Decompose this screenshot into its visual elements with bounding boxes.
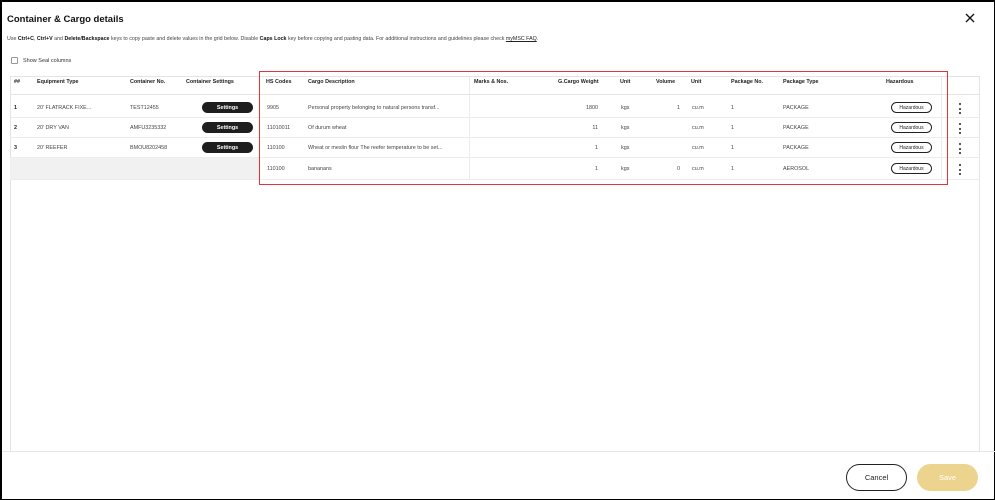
row-divider: [10, 179, 980, 180]
cell-cargo-weight[interactable]: 1: [558, 145, 598, 151]
instr-text: .: [536, 36, 539, 42]
cell-weight-unit[interactable]: kgs: [621, 166, 629, 172]
header-equipment-type[interactable]: Equipment Type: [37, 79, 79, 85]
header-weight-unit[interactable]: Unit: [620, 79, 630, 85]
header-hazardous[interactable]: Hazardous: [886, 79, 914, 85]
instr-text: and: [52, 36, 65, 42]
cell-volume-unit[interactable]: cu.m: [692, 125, 704, 131]
instr-text: keys to copy paste and delete values in …: [109, 36, 260, 42]
header-marks-nos[interactable]: Marks & Nos.: [474, 79, 508, 85]
hazardous-toggle[interactable]: Hazardous: [891, 142, 932, 153]
row-number: 2: [14, 125, 17, 131]
instr-key-capslock: Caps Lock: [259, 36, 287, 42]
cell-weight-unit[interactable]: kgs: [621, 145, 629, 151]
cell-volume-unit[interactable]: cu.m: [692, 145, 704, 151]
faq-link[interactable]: myMSC FAQ: [506, 36, 537, 42]
cell-equipment-type[interactable]: 20' DRY VAN: [37, 125, 69, 131]
hazardous-toggle[interactable]: Hazardous: [891, 102, 932, 113]
cell-cargo-description[interactable]: Personal property belonging to natural p…: [308, 105, 440, 111]
cell-volume[interactable]: 1: [650, 105, 680, 111]
cell-volume[interactable]: 0: [650, 166, 680, 172]
header-volume[interactable]: Volume: [656, 79, 675, 85]
row-menu-icon[interactable]: [957, 143, 963, 154]
settings-button[interactable]: Settings: [202, 102, 253, 113]
cell-cargo-weight[interactable]: 11: [558, 125, 598, 131]
cell-weight-unit[interactable]: kgs: [621, 105, 629, 111]
header-container-no[interactable]: Container No.: [130, 79, 165, 85]
settings-button[interactable]: Settings: [202, 142, 253, 153]
cell-package-type[interactable]: PACKAGE: [783, 145, 809, 151]
dialog-title: Container & Cargo details: [7, 14, 124, 25]
cargo-grid: [10, 76, 980, 451]
cell-hs-code[interactable]: 11010011: [267, 125, 290, 131]
footer-divider: [2, 451, 995, 452]
column-separator: [941, 77, 942, 180]
cell-cargo-description[interactable]: Of durum wheat: [308, 125, 346, 131]
row-menu-icon[interactable]: [957, 164, 963, 175]
cell-volume-unit[interactable]: cu.m: [692, 105, 704, 111]
hazardous-toggle[interactable]: Hazardous: [891, 122, 932, 133]
header-cargo-description[interactable]: Cargo Description: [308, 79, 355, 85]
show-seal-columns[interactable]: Show Seal columns: [11, 57, 71, 64]
cell-cargo-description[interactable]: bananans: [308, 166, 332, 172]
cell-package-type[interactable]: AEROSOL: [783, 166, 809, 172]
settings-button[interactable]: Settings: [202, 122, 253, 133]
cell-hs-code[interactable]: 9905: [267, 105, 279, 111]
cell-hs-code[interactable]: 110100: [267, 145, 285, 151]
row-menu-icon[interactable]: [957, 123, 963, 134]
hazardous-toggle[interactable]: Hazardous: [891, 163, 932, 174]
header-hs-codes[interactable]: HS Codes: [266, 79, 291, 85]
cell-package-type[interactable]: PACKAGE: [783, 125, 809, 131]
header-num: ##: [14, 79, 20, 85]
cell-package-no[interactable]: 1: [731, 166, 734, 172]
instr-key-delete: Delete/Backspace: [64, 36, 110, 42]
cell-container-no[interactable]: AMFU3235332: [130, 125, 166, 131]
header-package-no[interactable]: Package No.: [731, 79, 763, 85]
cell-hs-code[interactable]: 110100: [267, 166, 285, 172]
cell-package-no[interactable]: 1: [731, 125, 734, 131]
cell-package-no[interactable]: 1: [731, 105, 734, 111]
cell-equipment-type[interactable]: 20' REEFER: [37, 145, 67, 151]
close-icon[interactable]: [963, 11, 977, 25]
row-divider: [10, 137, 980, 138]
instr-key-copy: Ctrl+C: [17, 36, 34, 42]
cell-cargo-weight[interactable]: 1800: [558, 105, 598, 111]
cancel-button[interactable]: Cancel: [846, 464, 907, 491]
instr-key-paste: Ctrl+V: [36, 36, 53, 42]
seal-label: Show Seal columns: [23, 57, 72, 64]
row-menu-icon[interactable]: [957, 103, 963, 114]
cell-container-no[interactable]: BMOU8202458: [130, 145, 167, 151]
header-container-settings[interactable]: Container Settings: [186, 79, 234, 85]
seal-checkbox[interactable]: [11, 57, 18, 64]
empty-container-cells: [10, 158, 259, 179]
header-divider: [10, 94, 980, 95]
instr-text: key before copying and pasting data. For…: [286, 36, 506, 42]
row-divider: [10, 117, 980, 118]
row-number: 1: [14, 105, 17, 111]
column-separator: [469, 77, 470, 180]
save-button[interactable]: Save: [917, 464, 978, 491]
cell-weight-unit[interactable]: kgs: [621, 125, 629, 131]
cell-cargo-weight[interactable]: 1: [558, 166, 598, 172]
column-separator: [259, 77, 260, 180]
instr-text: Use: [7, 36, 18, 42]
cell-package-no[interactable]: 1: [731, 145, 734, 151]
cell-container-no[interactable]: TEST12455: [130, 105, 159, 111]
cell-equipment-type[interactable]: 20' FLATRACK FIXE...: [37, 105, 91, 111]
row-number: 3: [14, 145, 17, 151]
instructions-text: Use Ctrl+C, Ctrl+V and Delete/Backspace …: [7, 36, 538, 42]
header-volume-unit[interactable]: Unit: [691, 79, 701, 85]
cell-package-type[interactable]: PACKAGE: [783, 105, 809, 111]
cell-cargo-description[interactable]: Wheat or meslin flour The reefer tempera…: [308, 145, 442, 151]
header-cargo-weight[interactable]: G.Cargo Weight: [558, 79, 599, 85]
cell-volume-unit[interactable]: cu.m: [692, 166, 704, 172]
header-package-type[interactable]: Package Type: [783, 79, 819, 85]
